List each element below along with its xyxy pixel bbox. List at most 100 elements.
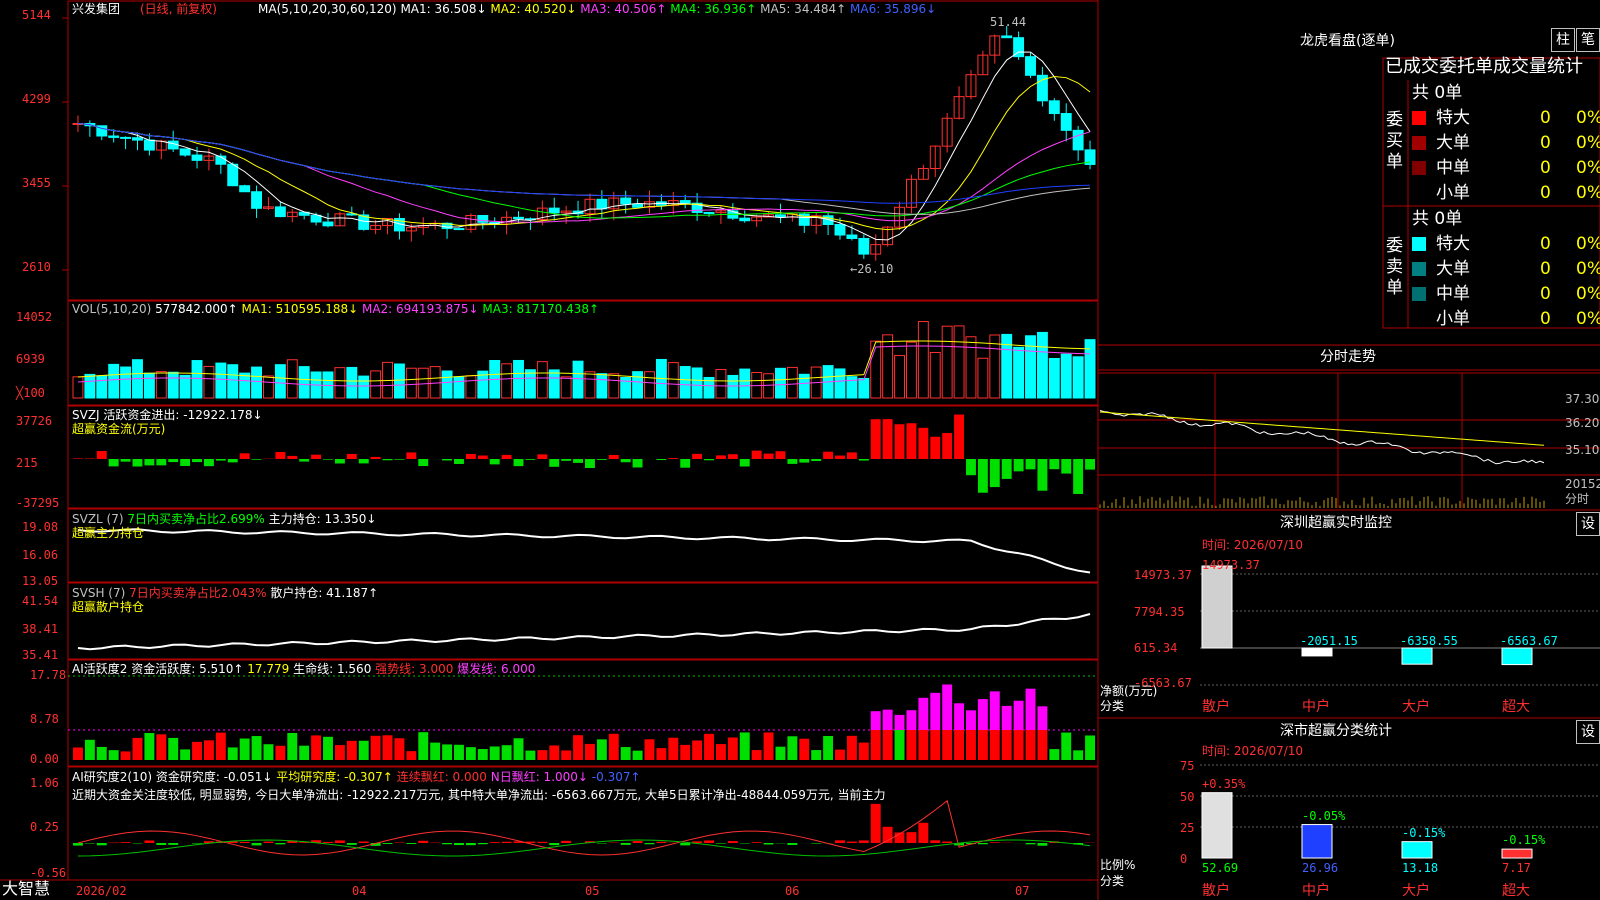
lhb-row-value: 0 bbox=[1540, 183, 1551, 203]
research-bar bbox=[763, 843, 774, 845]
volume-bar bbox=[1060, 353, 1072, 399]
legend-item: 资金研究度: -0.051↓ bbox=[152, 770, 273, 784]
stats-change-label: -0.05% bbox=[1302, 808, 1346, 823]
flow-bar bbox=[489, 459, 500, 465]
flow-bar bbox=[632, 459, 643, 468]
research-bar bbox=[465, 843, 476, 846]
flow-bar bbox=[501, 454, 512, 459]
flow-bar bbox=[132, 459, 143, 467]
activity-bar bbox=[644, 739, 655, 760]
lhb-row-name: 特大 bbox=[1436, 108, 1470, 128]
candle-body bbox=[858, 237, 870, 255]
activity-bar bbox=[942, 730, 953, 760]
research-bar bbox=[406, 843, 417, 844]
research-bar bbox=[537, 841, 548, 843]
legend-item: 连续飘红: 0.000 bbox=[392, 770, 487, 784]
flow-bar bbox=[227, 459, 238, 463]
monitor-category: 超大 bbox=[1502, 699, 1530, 715]
candle-body bbox=[1001, 35, 1013, 39]
monitor-bar-label: -2051.15 bbox=[1300, 634, 1358, 648]
flow-bar bbox=[549, 459, 560, 467]
monitor-time: 时间: 2026/07/10 bbox=[1202, 538, 1304, 552]
main-holding-subtitle: 超赢主力持仓 bbox=[72, 526, 145, 540]
volume-bar bbox=[96, 375, 108, 399]
volume-bar bbox=[632, 371, 644, 399]
candle-body bbox=[274, 206, 286, 218]
flow-legend: SVZJ 活跃资金进出: -12922.178↓ bbox=[72, 408, 263, 422]
activity-bar bbox=[346, 740, 357, 760]
flow-bar bbox=[477, 455, 488, 459]
flow-bar bbox=[454, 459, 464, 464]
price-y-label: 4299 bbox=[22, 92, 51, 106]
candle-body bbox=[1025, 56, 1036, 76]
lhb-row-value: 0 bbox=[1540, 158, 1551, 178]
activity-bar bbox=[823, 736, 834, 760]
candle-body bbox=[132, 137, 143, 141]
monitor-settings-button[interactable]: 设 bbox=[1576, 512, 1600, 536]
candle-body bbox=[120, 136, 132, 139]
flow-bar bbox=[977, 459, 988, 493]
legend-item: 平均研究度: -0.307↑ bbox=[272, 770, 393, 784]
research-bar bbox=[727, 841, 738, 843]
fenshi-y-label: 37.30 bbox=[1565, 392, 1600, 406]
flow-bar bbox=[311, 454, 322, 459]
flow-bar bbox=[608, 454, 619, 459]
flow-bar bbox=[96, 451, 107, 459]
flow-bar bbox=[1001, 459, 1012, 479]
legend-item: MA4: 36.936↑ bbox=[666, 2, 757, 16]
volume-bar bbox=[274, 364, 286, 399]
activity-bar bbox=[442, 744, 453, 760]
flow-bar bbox=[418, 459, 429, 467]
legend-item: 散户持仓: 41.187↑ bbox=[266, 586, 379, 600]
legend-item: 爆发线: 6.000 bbox=[453, 662, 536, 676]
research-bar bbox=[489, 842, 500, 843]
activity-bar bbox=[215, 732, 226, 760]
candle-body bbox=[679, 200, 691, 204]
candle-body bbox=[703, 211, 715, 214]
volume-y-label: 14052 bbox=[16, 310, 53, 324]
candle-body bbox=[108, 135, 120, 138]
activity-bar-hot bbox=[1013, 700, 1024, 730]
research-bar bbox=[835, 840, 845, 843]
legend-item: 7日内买卖净占比2.699% bbox=[123, 512, 265, 526]
activity-bar bbox=[287, 733, 298, 760]
lhb-total: 共 0单 bbox=[1412, 83, 1463, 103]
activity-bar bbox=[715, 744, 726, 760]
flow-subtitle: 超赢资金流(万元) bbox=[72, 422, 166, 436]
lhb-row-value: 0 bbox=[1540, 309, 1551, 329]
research-bar bbox=[239, 841, 250, 843]
activity-bar bbox=[513, 738, 524, 760]
research-bar bbox=[977, 843, 988, 845]
flow-bar bbox=[465, 453, 476, 459]
activity-bar bbox=[73, 747, 83, 760]
activity-bar bbox=[1049, 749, 1060, 760]
terminal-canvas[interactable] bbox=[0, 0, 1600, 900]
activity-bar bbox=[751, 750, 762, 760]
research-bar bbox=[418, 840, 429, 843]
activity-bar bbox=[727, 737, 738, 760]
candle-body bbox=[513, 216, 524, 220]
stats-change-label: -0.15% bbox=[1502, 833, 1546, 848]
lhb-row-percent: 0% bbox=[1576, 158, 1600, 178]
lhb-title: 龙虎看盘(逐单) bbox=[1300, 33, 1395, 49]
research-bar bbox=[942, 841, 953, 843]
bar-mode-button[interactable]: 柱 bbox=[1551, 28, 1575, 52]
tick-mode-button[interactable]: 笔 bbox=[1576, 28, 1600, 52]
lhb-side-label: 委买单 bbox=[1386, 110, 1403, 172]
volume-bar bbox=[727, 374, 739, 399]
activity-bar bbox=[239, 738, 250, 760]
volume-bar bbox=[346, 366, 358, 399]
legend-item: MA3: 817170.438↑ bbox=[478, 302, 600, 316]
stats-y-label: 75 bbox=[1180, 759, 1195, 773]
activity-legend: AI活跃度2 资金活跃度: 5.510↑ 17.779 生命线: 1.560 强… bbox=[72, 662, 535, 676]
monitor-y-title: 净额(万元) bbox=[1100, 684, 1158, 698]
activity-bar bbox=[334, 745, 345, 760]
activity-bar bbox=[573, 735, 583, 760]
date-label: 2026/02 bbox=[76, 884, 127, 898]
flow-bar bbox=[620, 459, 631, 463]
volume-bar bbox=[84, 373, 96, 399]
volume-bar bbox=[1025, 335, 1036, 399]
fenshi-y-label: 36.20 bbox=[1565, 416, 1600, 430]
research-bar bbox=[73, 843, 83, 846]
stats-settings-button[interactable]: 设 bbox=[1576, 720, 1600, 744]
